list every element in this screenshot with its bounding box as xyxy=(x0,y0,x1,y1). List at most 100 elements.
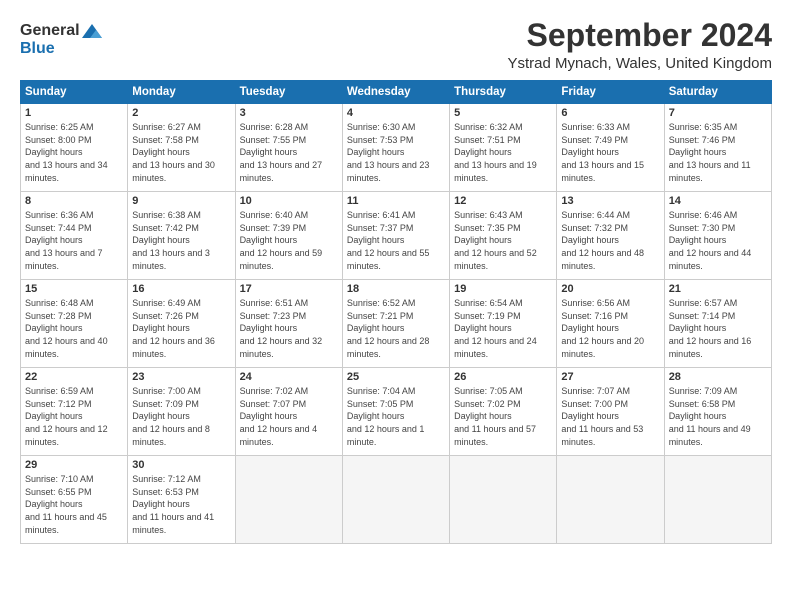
logo-blue: Blue xyxy=(20,40,55,58)
daylight-duration: and 12 hours and 59 minutes. xyxy=(240,247,338,272)
daylight-duration: and 13 hours and 30 minutes. xyxy=(132,159,230,184)
daylight-info: Daylight hours xyxy=(240,322,338,335)
calendar-cell: 16 Sunrise: 6:49 AM Sunset: 7:26 PM Dayl… xyxy=(128,280,235,368)
sunrise-info: Sunrise: 6:28 AM xyxy=(240,121,338,134)
daylight-info: Daylight hours xyxy=(561,410,659,423)
sunrise-info: Sunrise: 7:04 AM xyxy=(347,385,445,398)
daylight-duration: and 12 hours and 24 minutes. xyxy=(454,335,552,360)
daylight-info: Daylight hours xyxy=(132,234,230,247)
calendar-cell: 13 Sunrise: 6:44 AM Sunset: 7:32 PM Dayl… xyxy=(557,192,664,280)
sunset-info: Sunset: 7:26 PM xyxy=(132,310,230,323)
daylight-info: Daylight hours xyxy=(240,146,338,159)
day-number: 14 xyxy=(669,195,767,207)
calendar-cell: 21 Sunrise: 6:57 AM Sunset: 7:14 PM Dayl… xyxy=(664,280,771,368)
calendar-cell: 11 Sunrise: 6:41 AM Sunset: 7:37 PM Dayl… xyxy=(342,192,449,280)
daylight-duration: and 11 hours and 53 minutes. xyxy=(561,423,659,448)
sunrise-info: Sunrise: 6:54 AM xyxy=(454,297,552,310)
sunset-info: Sunset: 7:28 PM xyxy=(25,310,123,323)
daylight-duration: and 11 hours and 45 minutes. xyxy=(25,511,123,536)
daylight-duration: and 12 hours and 32 minutes. xyxy=(240,335,338,360)
day-number: 23 xyxy=(132,371,230,383)
day-number: 3 xyxy=(240,107,338,119)
sunrise-info: Sunrise: 7:09 AM xyxy=(669,385,767,398)
sunrise-info: Sunrise: 7:00 AM xyxy=(132,385,230,398)
daylight-info: Daylight hours xyxy=(132,410,230,423)
sunrise-info: Sunrise: 7:07 AM xyxy=(561,385,659,398)
daylight-info: Daylight hours xyxy=(25,410,123,423)
day-number: 18 xyxy=(347,283,445,295)
sunset-info: Sunset: 7:23 PM xyxy=(240,310,338,323)
calendar-cell: 12 Sunrise: 6:43 AM Sunset: 7:35 PM Dayl… xyxy=(450,192,557,280)
daylight-duration: and 12 hours and 16 minutes. xyxy=(669,335,767,360)
daylight-duration: and 13 hours and 3 minutes. xyxy=(132,247,230,272)
calendar-cell: 5 Sunrise: 6:32 AM Sunset: 7:51 PM Dayli… xyxy=(450,104,557,192)
daylight-duration: and 11 hours and 57 minutes. xyxy=(454,423,552,448)
daylight-duration: and 13 hours and 34 minutes. xyxy=(25,159,123,184)
day-number: 9 xyxy=(132,195,230,207)
calendar-cell: 6 Sunrise: 6:33 AM Sunset: 7:49 PM Dayli… xyxy=(557,104,664,192)
day-number: 10 xyxy=(240,195,338,207)
calendar-week-row: 22 Sunrise: 6:59 AM Sunset: 7:12 PM Dayl… xyxy=(21,368,772,456)
header-saturday: Saturday xyxy=(664,81,771,104)
sunset-info: Sunset: 7:00 PM xyxy=(561,398,659,411)
weekday-header-row: Sunday Monday Tuesday Wednesday Thursday… xyxy=(21,81,772,104)
day-number: 26 xyxy=(454,371,552,383)
page: General Blue September 2024 Ystrad Mynac… xyxy=(0,0,792,612)
calendar-week-row: 29 Sunrise: 7:10 AM Sunset: 6:55 PM Dayl… xyxy=(21,456,772,544)
sunset-info: Sunset: 8:00 PM xyxy=(25,134,123,147)
sunrise-info: Sunrise: 6:25 AM xyxy=(25,121,123,134)
header-monday: Monday xyxy=(128,81,235,104)
daylight-duration: and 11 hours and 49 minutes. xyxy=(669,423,767,448)
day-number: 22 xyxy=(25,371,123,383)
header: General Blue September 2024 Ystrad Mynac… xyxy=(20,18,772,72)
sunrise-info: Sunrise: 7:10 AM xyxy=(25,473,123,486)
calendar-cell: 27 Sunrise: 7:07 AM Sunset: 7:00 PM Dayl… xyxy=(557,368,664,456)
day-number: 12 xyxy=(454,195,552,207)
sunrise-info: Sunrise: 6:36 AM xyxy=(25,209,123,222)
calendar-cell: 29 Sunrise: 7:10 AM Sunset: 6:55 PM Dayl… xyxy=(21,456,128,544)
calendar-cell: 2 Sunrise: 6:27 AM Sunset: 7:58 PM Dayli… xyxy=(128,104,235,192)
day-number: 2 xyxy=(132,107,230,119)
calendar-cell: 1 Sunrise: 6:25 AM Sunset: 8:00 PM Dayli… xyxy=(21,104,128,192)
day-number: 11 xyxy=(347,195,445,207)
sunset-info: Sunset: 7:05 PM xyxy=(347,398,445,411)
sunrise-info: Sunrise: 6:49 AM xyxy=(132,297,230,310)
calendar-week-row: 1 Sunrise: 6:25 AM Sunset: 8:00 PM Dayli… xyxy=(21,104,772,192)
sunrise-info: Sunrise: 6:44 AM xyxy=(561,209,659,222)
daylight-duration: and 13 hours and 7 minutes. xyxy=(25,247,123,272)
sunrise-info: Sunrise: 6:38 AM xyxy=(132,209,230,222)
day-number: 5 xyxy=(454,107,552,119)
calendar-cell xyxy=(342,456,449,544)
sunrise-info: Sunrise: 6:59 AM xyxy=(25,385,123,398)
daylight-info: Daylight hours xyxy=(561,234,659,247)
sunrise-info: Sunrise: 6:30 AM xyxy=(347,121,445,134)
sunset-info: Sunset: 7:53 PM xyxy=(347,134,445,147)
logo-general: General xyxy=(20,22,80,40)
day-number: 17 xyxy=(240,283,338,295)
daylight-duration: and 13 hours and 15 minutes. xyxy=(561,159,659,184)
calendar-cell xyxy=(557,456,664,544)
daylight-info: Daylight hours xyxy=(132,498,230,511)
sunrise-info: Sunrise: 6:57 AM xyxy=(669,297,767,310)
day-number: 19 xyxy=(454,283,552,295)
calendar-cell: 20 Sunrise: 6:56 AM Sunset: 7:16 PM Dayl… xyxy=(557,280,664,368)
header-sunday: Sunday xyxy=(21,81,128,104)
sunrise-info: Sunrise: 6:41 AM xyxy=(347,209,445,222)
sunset-info: Sunset: 7:37 PM xyxy=(347,222,445,235)
title-area: September 2024 Ystrad Mynach, Wales, Uni… xyxy=(507,18,772,72)
sunset-info: Sunset: 7:21 PM xyxy=(347,310,445,323)
daylight-duration: and 11 hours and 41 minutes. xyxy=(132,511,230,536)
calendar-cell: 14 Sunrise: 6:46 AM Sunset: 7:30 PM Dayl… xyxy=(664,192,771,280)
sunset-info: Sunset: 7:14 PM xyxy=(669,310,767,323)
sunset-info: Sunset: 7:49 PM xyxy=(561,134,659,147)
sunrise-info: Sunrise: 6:27 AM xyxy=(132,121,230,134)
day-number: 30 xyxy=(132,459,230,471)
sunset-info: Sunset: 7:32 PM xyxy=(561,222,659,235)
day-number: 15 xyxy=(25,283,123,295)
sunrise-info: Sunrise: 6:51 AM xyxy=(240,297,338,310)
sunrise-info: Sunrise: 6:52 AM xyxy=(347,297,445,310)
daylight-duration: and 12 hours and 40 minutes. xyxy=(25,335,123,360)
calendar-cell: 26 Sunrise: 7:05 AM Sunset: 7:02 PM Dayl… xyxy=(450,368,557,456)
daylight-duration: and 12 hours and 44 minutes. xyxy=(669,247,767,272)
daylight-info: Daylight hours xyxy=(561,146,659,159)
